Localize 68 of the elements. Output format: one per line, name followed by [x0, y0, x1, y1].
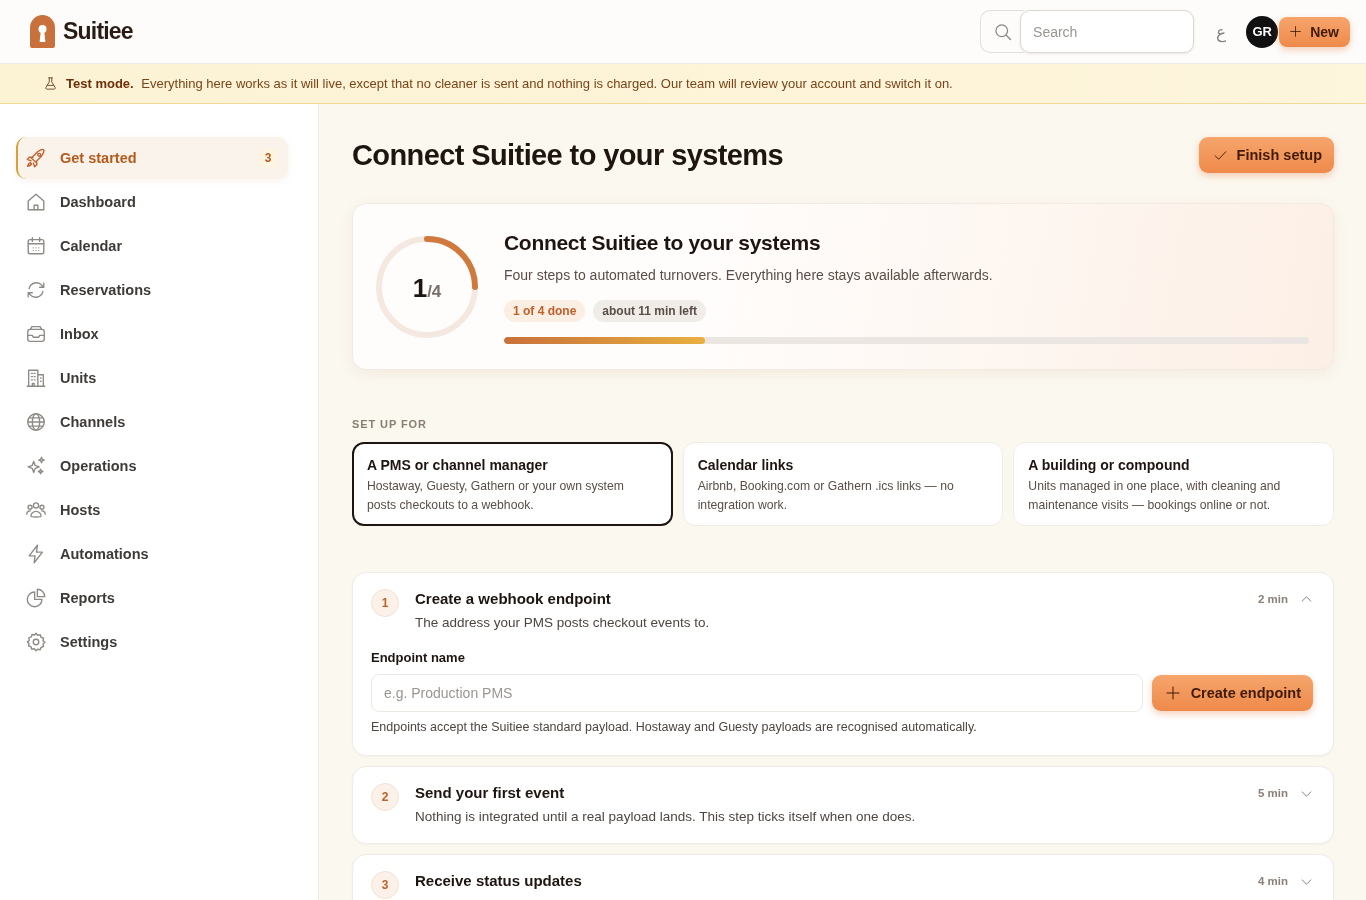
- sidebar-item[interactable]: Units: [16, 357, 288, 399]
- section-label: SET UP FOR: [352, 417, 428, 431]
- sidebar-item[interactable]: Operations: [16, 445, 288, 487]
- sidebar-item[interactable]: Reservations: [16, 269, 288, 311]
- step-title[interactable]: Create a webhook endpoint: [415, 589, 1258, 609]
- home-icon: [25, 191, 47, 213]
- sidebar-item[interactable]: Hosts: [16, 489, 288, 531]
- globe-icon: [25, 411, 47, 433]
- progress-count: 1/4: [412, 272, 442, 304]
- finish-setup-button[interactable]: Finish setup: [1198, 137, 1334, 173]
- search-button[interactable]: [980, 10, 1025, 53]
- card-subtitle: Four steps to automated turnovers. Everything here stays available afterwards.: [504, 265, 994, 285]
- create-endpoint-button[interactable]: Create endpoint: [1151, 675, 1313, 711]
- status-pill: about 11 min left: [593, 299, 707, 322]
- people-icon: [25, 499, 47, 521]
- endpoint-name-field[interactable]: e.g. Production PMS: [371, 674, 1143, 712]
- inbox-icon: [25, 323, 47, 345]
- option-card[interactable]: A PMS or channel manager Hostaway, Guesty, Gathern or your own system posts checkouts to a webhook.: [352, 442, 673, 526]
- step-number: 3: [371, 871, 399, 899]
- option-description: Units managed in one place, with cleaning and maintenance visits — bookings online or not.: [1028, 478, 1282, 514]
- keyhole-logo-icon[interactable]: [30, 15, 55, 48]
- step-title[interactable]: Receive status updates: [415, 871, 1258, 891]
- search-icon: [992, 21, 1013, 42]
- sidebar-item[interactable]: Dashboard: [16, 181, 288, 223]
- sidebar-item[interactable]: Reports: [16, 577, 288, 619]
- help-text: Endpoints accept the Suitiee standard payload. Hostaway and Guesty payloads are recognised automatically.: [371, 720, 978, 734]
- search-field[interactable]: Search: [1020, 10, 1195, 53]
- option-title: A building or compound: [1028, 456, 1190, 474]
- option-description: Airbnb, Booking.com or Gathern .ics links — no integration work.: [697, 478, 955, 514]
- card-title: Connect Suitiee to your systems: [504, 229, 822, 256]
- calendar-icon: [25, 235, 47, 257]
- step-number: 2: [371, 783, 399, 811]
- settings-icon: [25, 631, 47, 653]
- flask-icon: [43, 76, 58, 91]
- new-button[interactable]: New: [1279, 16, 1350, 47]
- option-card[interactable]: A building or compound Units managed in one place, with cleaning and maintenance visits — bookings online or not.: [1013, 442, 1334, 526]
- sidebar-item[interactable]: Settings: [16, 621, 288, 663]
- building-icon: [25, 367, 47, 389]
- step-number: 1: [371, 589, 399, 617]
- plus-icon: [1289, 25, 1303, 38]
- option-description: Hostaway, Guesty, Gathern or your own system posts checkouts to a webhook.: [367, 478, 625, 514]
- option-card[interactable]: Calendar links Airbnb, Booking.com or Gathern .ics links — no integration work.: [682, 442, 1004, 526]
- page-title: Connect Suitiee to your systems: [352, 138, 783, 172]
- refresh-icon: [25, 279, 47, 301]
- step-title[interactable]: Send your first event: [415, 783, 1258, 803]
- option-title: A PMS or channel manager: [367, 456, 548, 474]
- avatar[interactable]: GR: [1246, 15, 1279, 48]
- option-title: Calendar links: [697, 456, 794, 474]
- status-pill: 1 of 4 done: [504, 299, 586, 322]
- sidebar-item[interactable]: Inbox: [16, 313, 288, 355]
- banner-message: Test mode. Everything here works as it will live, except that no cleaner is sent and nothing is charged. Our team will review your account and switch it on.: [66, 76, 953, 91]
- step-duration: 5 min: [1257, 786, 1288, 801]
- sidebar-item[interactable]: Channels: [16, 401, 288, 443]
- sidebar-item[interactable]: Get started 3: [16, 137, 288, 179]
- field-label: Endpoint name: [371, 650, 466, 666]
- sidebar-item[interactable]: Automations: [16, 533, 288, 575]
- step-duration: 4 min: [1257, 874, 1288, 889]
- language-button[interactable]: ع: [1214, 21, 1229, 42]
- step-duration: 2 min: [1257, 592, 1288, 607]
- step-description: Nothing is integrated until a real payload lands. This step ticks itself when one does.: [415, 808, 917, 826]
- sparkles-icon: [25, 455, 47, 477]
- plus-icon: [1164, 685, 1181, 701]
- step-description: The address your PMS posts checkout events to.: [415, 614, 711, 632]
- logo-text: Suitiee: [63, 18, 133, 45]
- count-badge: 3: [258, 148, 278, 168]
- pie-chart-icon: [25, 587, 47, 609]
- rocket-icon: [25, 147, 47, 169]
- sidebar-item[interactable]: Calendar: [16, 225, 288, 267]
